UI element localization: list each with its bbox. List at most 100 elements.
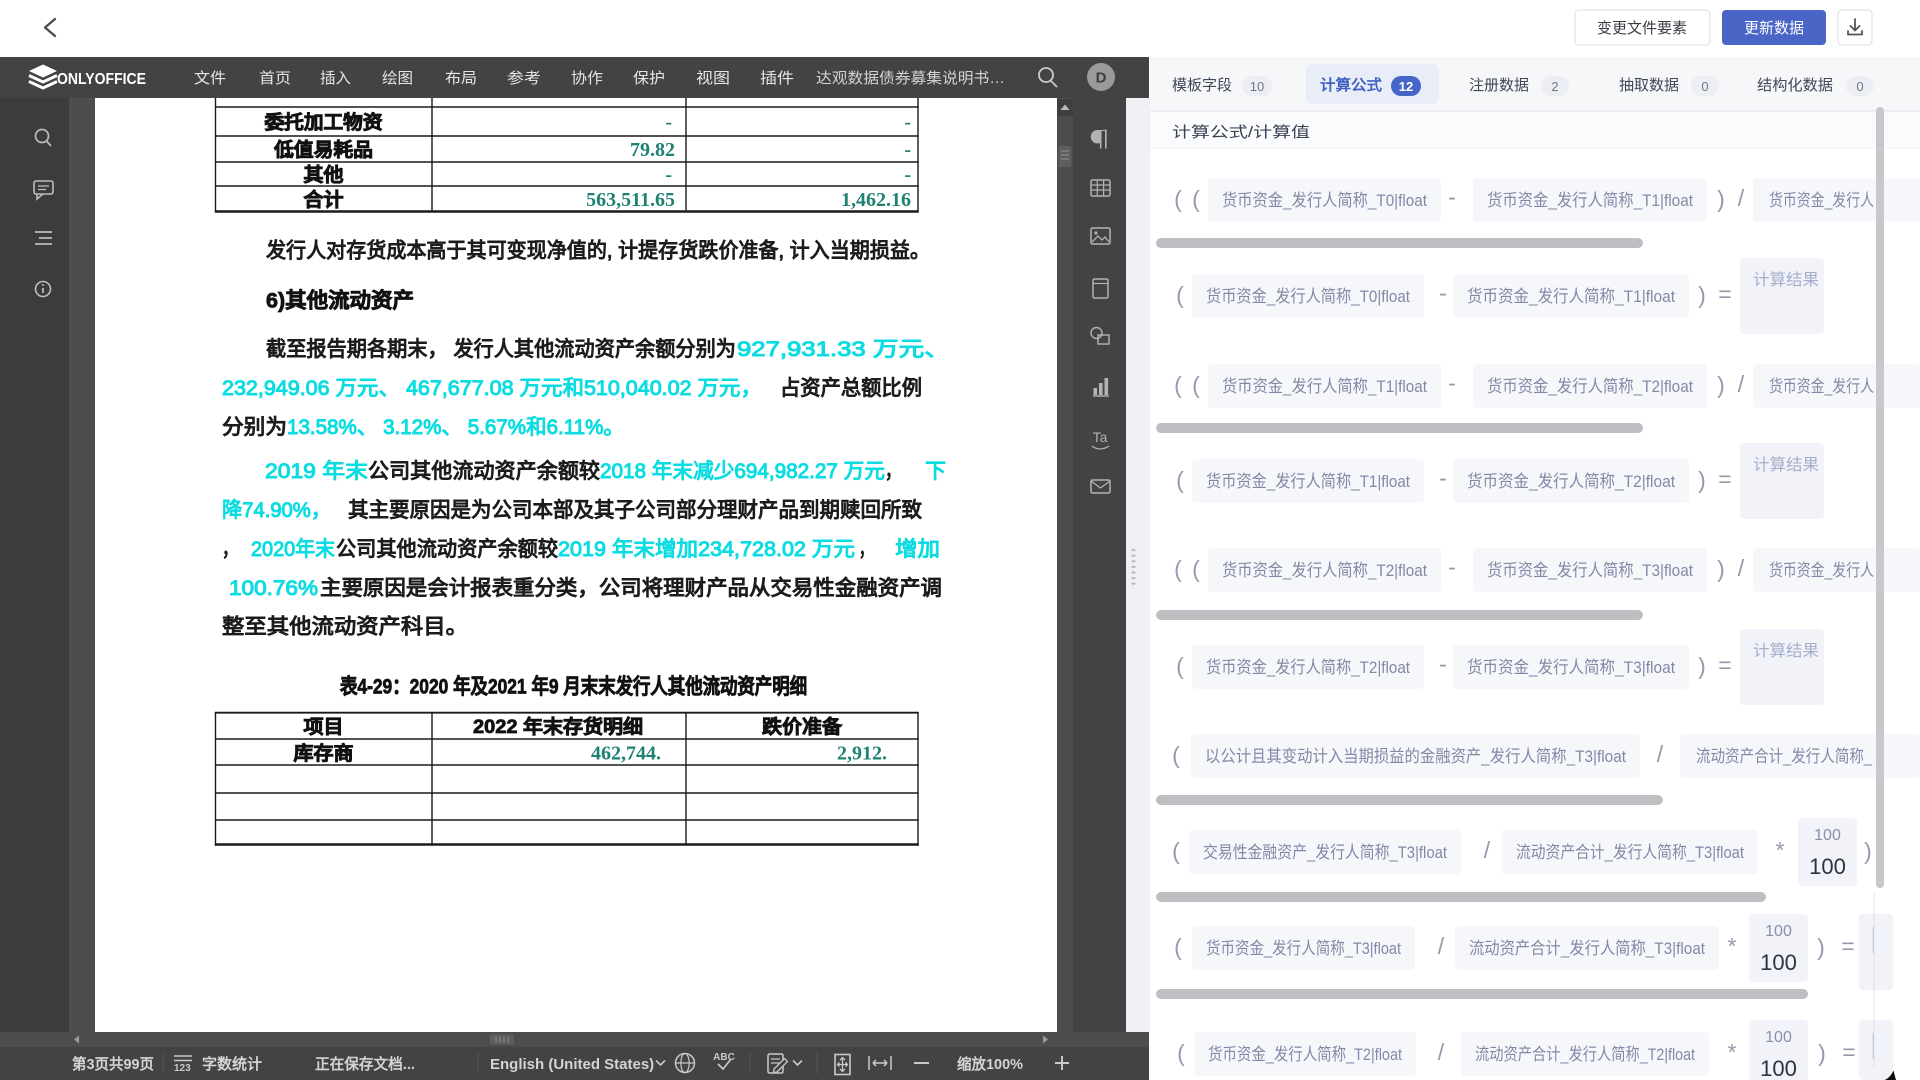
svg-text:货币资金_发行人简称_T1|float: 货币资金_发行人简称_T1|float xyxy=(1206,472,1410,491)
svg-text:货币资金_发行人简称_T1|float: 货币资金_发行人简称_T1|float xyxy=(1467,287,1675,306)
svg-text:，: ， xyxy=(222,538,238,561)
svg-text:-: - xyxy=(904,112,911,134)
svg-text:货币资金_发行人简称_T0|float: 货币资金_发行人简称_T0|float xyxy=(1222,191,1427,210)
svg-text:货币资金_发行人: 货币资金_发行人 xyxy=(1769,561,1874,580)
svg-text:100: 100 xyxy=(1765,923,1792,940)
svg-text:100.76%: 100.76% xyxy=(229,577,318,600)
svg-text:462,744.: 462,744. xyxy=(591,743,661,765)
svg-text:货币资金_发行人简称_T2|float: 货币资金_发行人简称_T2|float xyxy=(1487,377,1693,396)
svg-text:(: ( xyxy=(1176,653,1184,679)
svg-text:第3页共99页: 第3页共99页 xyxy=(72,1055,154,1073)
svg-text:/: / xyxy=(1484,837,1491,863)
svg-text:/: / xyxy=(1657,741,1664,767)
svg-text:合计: 合计 xyxy=(304,188,344,211)
svg-text:): ) xyxy=(1698,282,1706,308)
svg-text:13.58%、 3.12%、 5.67%和6.11%。: 13.58%、 3.12%、 5.67%和6.11%。 xyxy=(287,416,624,439)
svg-text:流动资产合计_发行人简称_T3|float: 流动资产合计_发行人简称_T3|float xyxy=(1469,939,1705,958)
svg-text:计算结果: 计算结果 xyxy=(1753,455,1819,474)
svg-text:(: ( xyxy=(1174,372,1182,398)
svg-text:(: ( xyxy=(1176,467,1184,493)
svg-text:截至报告期各期末， 发行人其他流动资产余额分别为: 截至报告期各期末， 发行人其他流动资产余额分别为 xyxy=(266,338,736,361)
svg-text:2,912.: 2,912. xyxy=(837,743,887,765)
svg-text:100: 100 xyxy=(1760,1056,1797,1080)
svg-text:库存商: 库存商 xyxy=(294,742,354,765)
svg-text:ABC: ABC xyxy=(713,1052,735,1063)
svg-text:563,511.65: 563,511.65 xyxy=(586,189,675,211)
svg-text:): ) xyxy=(1818,1040,1826,1066)
svg-text:ONLYOFFICE: ONLYOFFICE xyxy=(57,71,146,88)
svg-text:): ) xyxy=(1698,467,1706,493)
svg-text:-: - xyxy=(1448,184,1456,210)
svg-text:文件: 文件 xyxy=(194,70,226,87)
svg-text:货币资金_发行人简称_T2|float: 货币资金_发行人简称_T2|float xyxy=(1222,561,1427,580)
svg-text:首页: 首页 xyxy=(259,70,291,87)
svg-text:货币资金_发行人简称_T3|float: 货币资金_发行人简称_T3|float xyxy=(1206,939,1401,958)
svg-text:协作: 协作 xyxy=(571,70,603,87)
svg-text:(: ( xyxy=(1176,282,1184,308)
svg-text:(: ( xyxy=(1177,1040,1185,1066)
svg-text:更新数据: 更新数据 xyxy=(1744,20,1804,37)
svg-text:/: / xyxy=(1438,1039,1445,1065)
svg-text:-: - xyxy=(1448,370,1456,396)
svg-text:发行人对存货成本高于其可变现净值的, 计提存货跌价准备, 计: 发行人对存货成本高于其可变现净值的, 计提存货跌价准备, 计入当期损益。 xyxy=(266,240,930,263)
svg-text:D: D xyxy=(1096,70,1107,87)
svg-text:其主要原因是为公司本部及其子公司部分理财产品到期赎回所致: 其主要原因是为公司本部及其子公司部分理财产品到期赎回所致 xyxy=(348,499,922,522)
svg-text:-: - xyxy=(904,139,911,161)
svg-text:流动资产合计_发行人简称_T2|float: 流动资产合计_发行人简称_T2|float xyxy=(1475,1045,1695,1064)
svg-text:以公计且其变动计入当期损益的金融资产_发行人简称_T3|fl: 以公计且其变动计入当期损益的金融资产_发行人简称_T3|float xyxy=(1205,747,1626,766)
svg-text:2018 年末减少694,982.27 万元: 2018 年末减少694,982.27 万元 xyxy=(600,460,885,483)
svg-text:*: * xyxy=(1776,837,1785,863)
svg-text:-: - xyxy=(1439,280,1447,306)
svg-text:0: 0 xyxy=(1701,79,1708,94)
svg-text:正在保存文档...: 正在保存文档... xyxy=(315,1055,415,1073)
svg-text:2: 2 xyxy=(1551,79,1558,94)
svg-text:下: 下 xyxy=(925,460,946,483)
svg-text:货币资金_发行人简称_T3|float: 货币资金_发行人简称_T3|float xyxy=(1487,561,1693,580)
svg-text:公司其他流动资产余额较: 公司其他流动资产余额较 xyxy=(368,460,600,483)
svg-text:降74.90%，: 降74.90%， xyxy=(222,499,331,522)
svg-text:计算公式: 计算公式 xyxy=(1320,76,1382,94)
svg-text:低值易耗品: 低值易耗品 xyxy=(273,138,373,161)
svg-text:79.82: 79.82 xyxy=(630,139,675,161)
svg-text:布局: 布局 xyxy=(445,70,477,87)
svg-text:-: - xyxy=(1439,651,1447,677)
svg-text:货币资金_发行人简称_T2|float: 货币资金_发行人简称_T2|float xyxy=(1206,658,1410,677)
svg-text:/: / xyxy=(1738,185,1745,211)
svg-text:货币资金_发行人简称_T2|float: 货币资金_发行人简称_T2|float xyxy=(1208,1045,1402,1064)
svg-text:跌价准备: 跌价准备 xyxy=(762,715,843,738)
svg-text:(: ( xyxy=(1192,372,1200,398)
svg-text:参考: 参考 xyxy=(507,70,541,87)
svg-text:绘图: 绘图 xyxy=(382,70,413,87)
svg-text:927,931.33 万元、: 927,931.33 万元、 xyxy=(737,338,950,361)
svg-text:0: 0 xyxy=(1856,79,1863,94)
svg-text:/: / xyxy=(1438,933,1445,959)
svg-text:(: ( xyxy=(1172,742,1180,768)
svg-text:): ) xyxy=(1817,934,1825,960)
svg-text:视图: 视图 xyxy=(696,70,730,87)
svg-text:-: - xyxy=(665,112,672,134)
svg-text:缩放100%: 缩放100% xyxy=(957,1055,1023,1073)
svg-text:=: = xyxy=(1718,466,1731,492)
svg-text:100: 100 xyxy=(1809,854,1846,879)
svg-text:委托加工物资: 委托加工物资 xyxy=(263,111,382,134)
svg-text:1,462.16: 1,462.16 xyxy=(841,189,911,211)
svg-text:，: ， xyxy=(885,460,901,483)
svg-text:流动资产合计_发行人简称_: 流动资产合计_发行人简称_ xyxy=(1696,747,1872,766)
svg-text:达观数据债券募集说明书…: 达观数据债券募集说明书… xyxy=(816,70,1005,87)
svg-text:): ) xyxy=(1717,186,1725,212)
svg-text:=: = xyxy=(1718,652,1731,678)
svg-text:-: - xyxy=(1448,554,1456,580)
svg-text:货币资金_发行人简称_T1|float: 货币资金_发行人简称_T1|float xyxy=(1487,191,1693,210)
svg-text:货币资金_发行人: 货币资金_发行人 xyxy=(1769,191,1874,210)
svg-text:分别为: 分别为 xyxy=(222,416,287,439)
svg-text:插入: 插入 xyxy=(320,70,351,87)
svg-text:2019 年末增加234,728.02 万元: 2019 年末增加234,728.02 万元 xyxy=(558,538,855,561)
svg-text:123: 123 xyxy=(174,1063,191,1074)
svg-text:): ) xyxy=(1717,372,1725,398)
svg-text:表4-29：2020 年及2021 年9 月末末发行人其他流: 表4-29：2020 年及2021 年9 月末末发行人其他流动资产明细 xyxy=(340,675,807,699)
svg-text:(: ( xyxy=(1192,186,1200,212)
svg-text:其他: 其他 xyxy=(304,163,344,186)
svg-text:计算公式/计算值: 计算公式/计算值 xyxy=(1172,123,1310,141)
svg-text:占资产总额比例: 占资产总额比例 xyxy=(780,377,922,400)
svg-text:增加: 增加 xyxy=(895,538,940,561)
